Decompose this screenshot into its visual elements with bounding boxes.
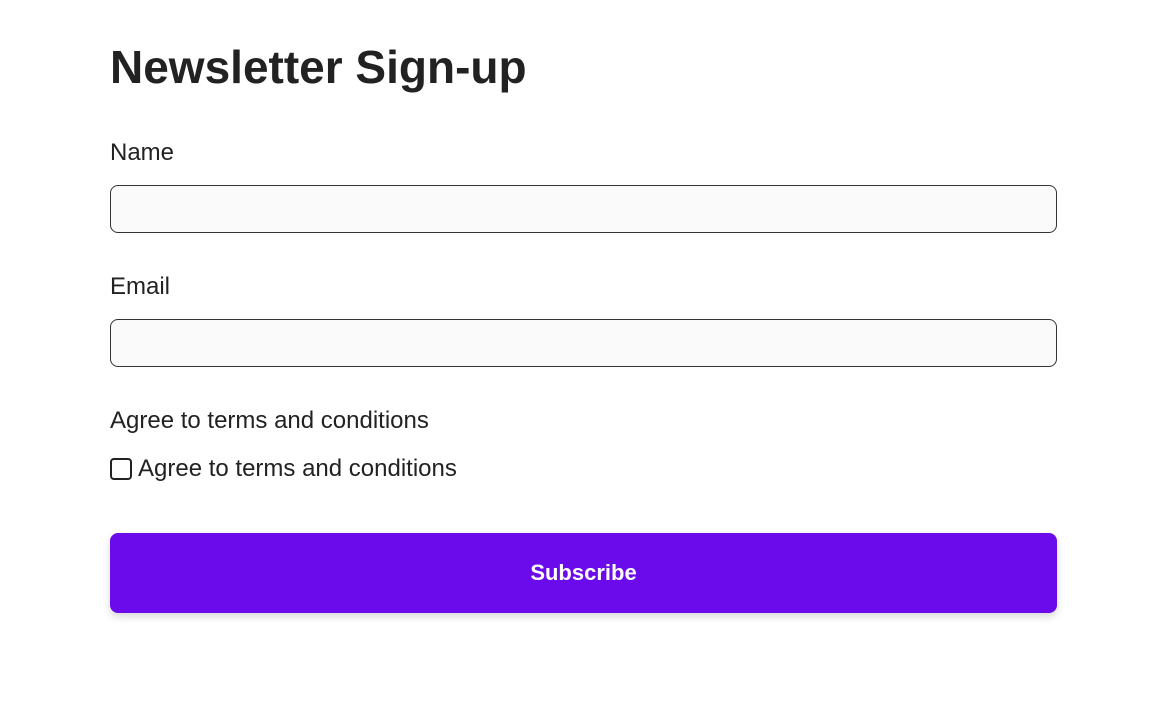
name-input[interactable]	[110, 185, 1057, 233]
terms-checkbox-label: Agree to terms and conditions	[138, 455, 457, 483]
email-label: Email	[110, 273, 1057, 301]
subscribe-button[interactable]: Subscribe	[110, 533, 1057, 613]
terms-checkbox-row: Agree to terms and conditions	[110, 455, 1057, 483]
name-label: Name	[110, 139, 1057, 167]
email-input[interactable]	[110, 319, 1057, 367]
page-title: Newsletter Sign-up	[110, 40, 1057, 94]
terms-checkbox[interactable]	[110, 458, 132, 480]
terms-label: Agree to terms and conditions	[110, 407, 1057, 435]
email-field-group: Email	[110, 273, 1057, 367]
name-field-group: Name	[110, 139, 1057, 233]
newsletter-form: Name Email Agree to terms and conditions…	[110, 139, 1057, 613]
terms-field-group: Agree to terms and conditions Agree to t…	[110, 407, 1057, 483]
